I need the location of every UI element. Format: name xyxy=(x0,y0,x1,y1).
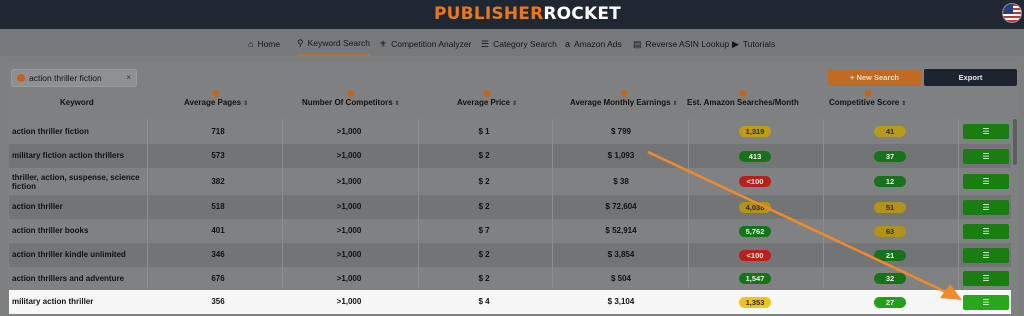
annotation-arrow xyxy=(647,150,962,300)
